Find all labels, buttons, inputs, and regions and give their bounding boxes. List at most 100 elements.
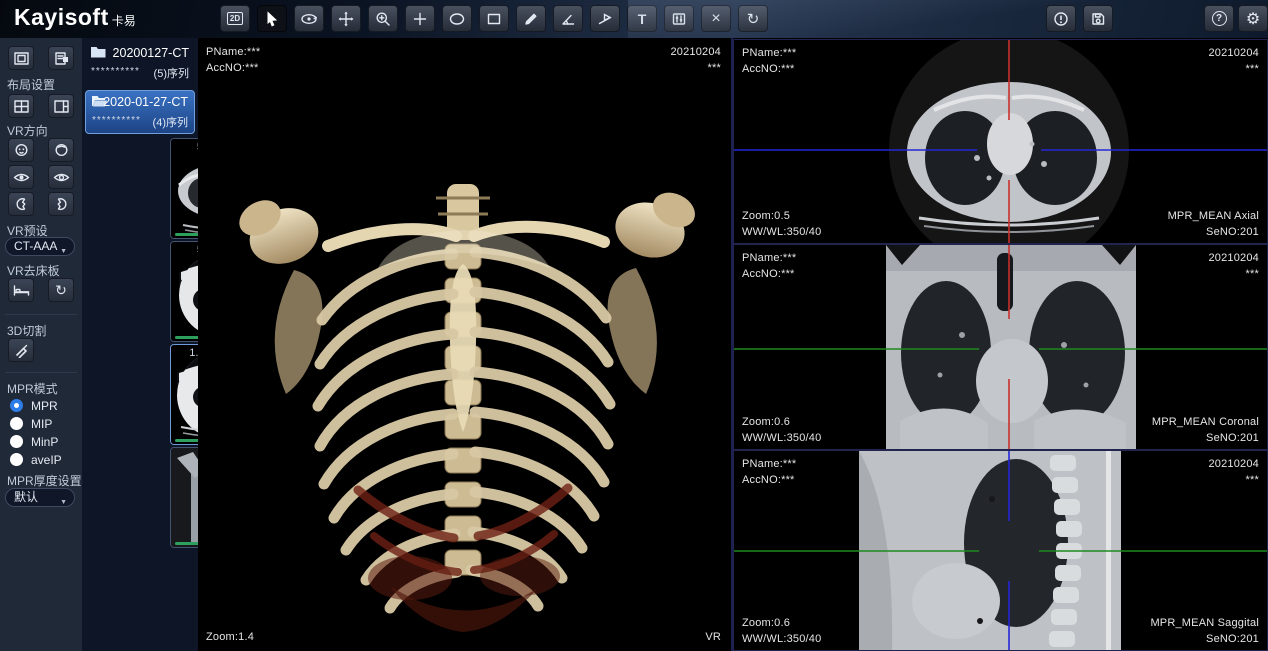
tool-help-button[interactable]: ?: [1204, 5, 1234, 32]
overlay-wwwl: WW/WL:350/40: [742, 432, 821, 444]
tool-angle-button[interactable]: [553, 5, 583, 32]
chevron-down-icon: ▼: [60, 243, 67, 260]
overlay-wwwl: WW/WL:350/40: [742, 633, 821, 645]
overlay-mode: VR: [705, 631, 721, 643]
vr-viewport[interactable]: PName:*** AccNO:*** 20210204 *** Zoom:1.…: [198, 38, 731, 651]
folder-icon: [90, 45, 107, 59]
window-level-icon: [671, 11, 687, 27]
vr-preset-value: CT-AAA: [14, 239, 57, 253]
overlay-stars: ***: [708, 62, 721, 74]
study-title: 20200127-CT: [113, 46, 189, 60]
overlay-pname: PName:***: [742, 458, 796, 470]
overlay-mode: MPR_MEAN Axial: [1168, 210, 1259, 222]
vr-preset-select[interactable]: CT-AAA ▼: [5, 237, 75, 256]
sidebar-divider: [5, 372, 77, 373]
vr-head-left-icon: [14, 197, 29, 212]
vr-head-anterior-icon: [14, 143, 29, 158]
zoom-in-icon: [375, 11, 391, 27]
layout-report-button[interactable]: [48, 46, 74, 70]
overlay-accno: AccNO:***: [742, 63, 795, 75]
axial-viewport[interactable]: PName:*** AccNO:*** 20210204 *** Zoom:0.…: [733, 39, 1268, 244]
layout-grid-2x2-button[interactable]: [8, 94, 34, 118]
overlay-accno: AccNO:***: [742, 474, 795, 486]
toolbar-report-group: [1046, 5, 1113, 32]
radio-label: MIP: [31, 417, 52, 431]
vr-direction-label: VR方向: [7, 122, 48, 139]
study-item-2-selected[interactable]: 2020-01-27-CT ********** (4)序列: [85, 90, 195, 134]
study-item-1[interactable]: 20200127-CT ********** (5)序列: [85, 42, 195, 86]
tool-measure-button[interactable]: [516, 5, 546, 32]
vr-volume-render: [198, 38, 731, 651]
tool-pan-button[interactable]: [331, 5, 361, 32]
logo-chinese: 卡易: [112, 14, 136, 28]
cut-3d-button[interactable]: [8, 338, 34, 362]
vr-head-right-icon: [54, 197, 69, 212]
overlay-stars: ***: [1246, 474, 1259, 486]
sidebar-divider: [5, 314, 77, 315]
layout-single-icon: [14, 52, 29, 65]
help-icon: ?: [1212, 11, 1227, 26]
cursor-icon: [264, 11, 280, 27]
tool-zoom-in-button[interactable]: [368, 5, 398, 32]
chevron-down-icon: ▼: [60, 494, 67, 511]
layout-section-label: 布局设置: [7, 76, 55, 93]
overlay-date: 20210204: [1208, 252, 1259, 264]
pan-icon: [338, 11, 354, 27]
tool-rectangle-button[interactable]: [479, 5, 509, 32]
tool-cobb-angle-button[interactable]: [590, 5, 620, 32]
overlay-zoom: Zoom:0.6: [742, 416, 790, 428]
tool-window-level-button[interactable]: [664, 5, 694, 32]
sagittal-viewport[interactable]: PName:*** AccNO:*** 20210204 *** Zoom:0.…: [733, 450, 1268, 651]
tool-text-button[interactable]: T: [627, 5, 657, 32]
mpr-thickness-select[interactable]: 默认 ▼: [5, 488, 75, 507]
info-icon: [1053, 11, 1069, 27]
mpr-mode-radio-mip[interactable]: MIP: [10, 416, 52, 431]
rotate-3d-icon: [300, 11, 318, 27]
tool-2d-mode-button[interactable]: 2D: [220, 5, 250, 32]
coronal-viewport[interactable]: PName:*** AccNO:*** 20210204 *** Zoom:0.…: [733, 244, 1268, 450]
mpr-mode-radio-minp[interactable]: MinP: [10, 434, 58, 449]
mpr-mode-radio-aveip[interactable]: aveIP: [10, 452, 62, 467]
vr-head-left-button[interactable]: [8, 192, 34, 216]
mpr-mode-label: MPR模式: [7, 380, 58, 397]
layout-split-right-button[interactable]: [48, 94, 74, 118]
overlay-zoom: Zoom:0.6: [742, 617, 790, 629]
radio-icon: [10, 417, 23, 430]
save-disk-icon: [1090, 11, 1106, 27]
tool-save-button[interactable]: [1083, 5, 1113, 32]
radio-label: aveIP: [31, 453, 62, 467]
vr-head-posterior-button[interactable]: [48, 138, 74, 162]
tool-crosshair-button[interactable]: [405, 5, 435, 32]
overlay-stars: ***: [1246, 63, 1259, 75]
tool-cursor-button[interactable]: [257, 5, 287, 32]
gear-icon: ⚙: [1246, 9, 1260, 29]
series-panel: 20200127-CT ********** (5)序列 2020-01-27-…: [82, 38, 198, 651]
overlay-wwwl: WW/WL:350/40: [742, 226, 821, 238]
overlay-date: 20210204: [670, 46, 721, 58]
tool-ellipse-button[interactable]: [442, 5, 472, 32]
layout-report-icon: [54, 52, 69, 65]
angle-icon: [560, 11, 576, 27]
reset-bed-icon: ↻: [55, 282, 67, 299]
vr-head-posterior-icon: [54, 143, 69, 158]
overlay-accno: AccNO:***: [206, 62, 259, 74]
vr-remove-bed-button[interactable]: [8, 278, 34, 302]
vr-head-right-button[interactable]: [48, 192, 74, 216]
main-toolbar: 2D: [220, 5, 768, 32]
tool-info-button[interactable]: [1046, 5, 1076, 32]
layout-single-button[interactable]: [8, 46, 34, 70]
tool-settings-button[interactable]: ⚙: [1238, 5, 1268, 32]
mpr-mode-radio-mpr[interactable]: MPR: [10, 398, 58, 413]
vr-eye-anterior-button[interactable]: [8, 165, 34, 189]
tool-delete-button[interactable]: ×: [701, 5, 731, 32]
mpr-thickness-label: MPR厚度设置: [7, 472, 82, 489]
tool-rotate-3d-button[interactable]: [294, 5, 324, 32]
vr-head-anterior-button[interactable]: [8, 138, 34, 162]
vr-bed-reset-button[interactable]: ↻: [48, 278, 74, 302]
radio-icon: [10, 453, 23, 466]
tool-reset-button[interactable]: ↻: [738, 5, 768, 32]
scalpel-icon: [14, 343, 29, 358]
overlay-date: 20210204: [1208, 47, 1259, 59]
vr-eye-posterior-button[interactable]: [48, 165, 74, 189]
radio-icon: [10, 399, 23, 412]
